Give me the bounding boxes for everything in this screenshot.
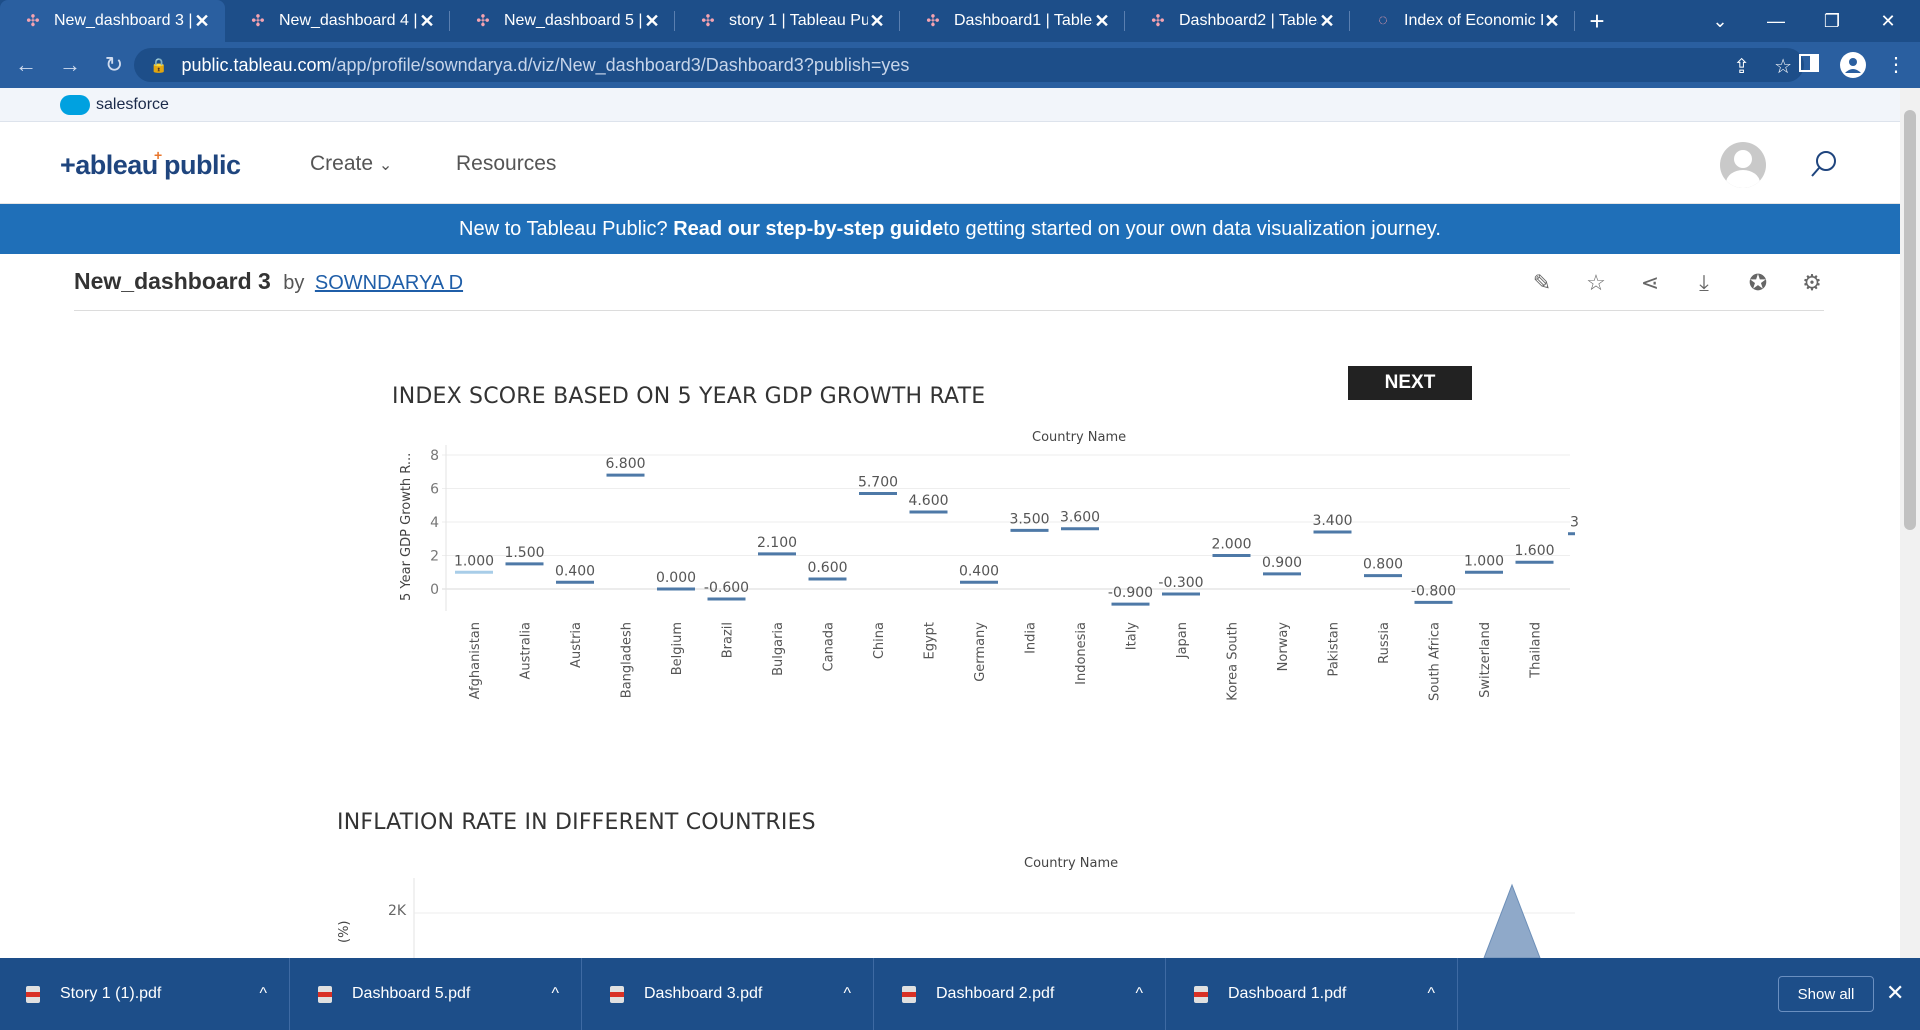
restore-icon[interactable]: ❐ — [1804, 0, 1860, 42]
tab-title: Dashboard1 | Tableau — [954, 12, 1093, 29]
bookmark-star-icon[interactable]: ☆ — [1774, 54, 1792, 79]
tab-search-icon[interactable]: ⌄ — [1692, 0, 1748, 42]
close-tab-icon[interactable]: ✕ — [1093, 11, 1111, 31]
download-filename: Dashboard 5.pdf — [352, 985, 471, 1002]
web-page: salesforce +ableau + public Create ⌄ Res… — [0, 88, 1900, 958]
forward-icon[interactable]: → — [50, 45, 90, 85]
address-bar: ← → ↻ 🔒 public.tableau.com/app/profile/s… — [0, 42, 1920, 88]
download-item[interactable]: Dashboard 2.pdf ^ — [876, 958, 1166, 1030]
tab-separator — [1574, 11, 1575, 31]
close-tab-icon[interactable]: ✕ — [418, 11, 436, 31]
back-icon[interactable]: ← — [6, 45, 46, 85]
close-tab-icon[interactable]: ✕ — [1543, 11, 1561, 31]
browser-tab[interactable]: ✣ Dashboard1 | Tableau✕ — [900, 0, 1125, 42]
download-item[interactable]: Story 1 (1).pdf ^ — [0, 958, 290, 1030]
download-filename: Dashboard 2.pdf — [936, 985, 1055, 1002]
close-tab-icon[interactable]: ✕ — [868, 11, 886, 31]
download-item[interactable]: Dashboard 3.pdf ^ — [584, 958, 874, 1030]
tab-strip: ✣New_dashboard 3 | Ta✕✣New_dashboard 4 |… — [0, 0, 1920, 42]
tableau-favicon-icon: ✣ — [26, 13, 40, 30]
url-host: public.tableau.com — [181, 54, 332, 75]
close-tab-icon[interactable]: ✕ — [643, 11, 661, 31]
downloads-bar: Story 1 (1).pdf ^ Dashboard 5.pdf ^ Dashboar… — [0, 958, 1920, 1030]
close-tab-icon[interactable]: ✕ — [193, 11, 211, 31]
minimize-icon[interactable]: — — [1748, 0, 1804, 42]
browser-tab[interactable]: ✣ Dashboard2 | Tableau✕ — [1125, 0, 1350, 42]
menu-icon[interactable]: ⋮ — [1886, 52, 1906, 77]
chevron-up-icon[interactable]: ^ — [551, 985, 559, 1003]
browser-tab[interactable]: ◌ Index of Economic Fre✕ — [1350, 0, 1575, 42]
tab-title: story 1 | Tableau Publ — [729, 12, 868, 29]
pdf-file-icon — [318, 985, 332, 1003]
browser-window: ✣New_dashboard 3 | Ta✕✣New_dashboard 4 |… — [0, 0, 1920, 1030]
browser-tab[interactable]: ✣ story 1 | Tableau Publ ✕ — [675, 0, 900, 42]
tableau-favicon-icon: ✣ — [1151, 13, 1165, 30]
pdf-file-icon — [610, 985, 624, 1003]
url-path: /app/profile/sowndarya.d/viz/New_dashboa… — [331, 54, 910, 75]
browser-tab[interactable]: ✣ New_dashboard 5 | Ta✕ — [450, 0, 675, 42]
scroll-thumb[interactable] — [1904, 110, 1916, 530]
close-window-icon[interactable]: ✕ — [1860, 0, 1916, 42]
new-tab-button[interactable]: + — [1575, 0, 1619, 42]
inflation-chart[interactable] — [0, 88, 1900, 958]
download-item[interactable]: Dashboard 1.pdf ^ — [1168, 958, 1458, 1030]
share-page-icon[interactable]: ⇪ — [1733, 54, 1750, 79]
show-all-downloads-button[interactable]: Show all — [1778, 976, 1874, 1012]
tableau-favicon-icon: ✣ — [476, 13, 490, 30]
pdf-file-icon — [26, 985, 40, 1003]
download-filename: Dashboard 3.pdf — [644, 985, 763, 1002]
profile-icon[interactable] — [1840, 52, 1866, 78]
reload-icon[interactable]: ↻ — [94, 45, 134, 85]
chart2-area-peak — [1483, 883, 1541, 958]
page-scrollbar[interactable] — [1900, 88, 1920, 958]
tab-title: Dashboard2 | Tableau — [1179, 12, 1318, 29]
url-input[interactable]: 🔒 public.tableau.com/app/profile/sowndar… — [134, 48, 1804, 82]
tab-title: New_dashboard 5 | Ta — [504, 12, 643, 29]
chevron-up-icon[interactable]: ^ — [1135, 985, 1143, 1003]
chevron-up-icon[interactable]: ^ — [843, 985, 851, 1003]
tab-title: Index of Economic Fre — [1404, 12, 1543, 29]
tabs: ✣New_dashboard 3 | Ta✕✣New_dashboard 4 |… — [0, 0, 1575, 42]
download-filename: Story 1 (1).pdf — [60, 985, 162, 1002]
pdf-file-icon — [1194, 985, 1208, 1003]
download-filename: Dashboard 1.pdf — [1228, 985, 1347, 1002]
tableau-favicon-icon: ✣ — [251, 13, 265, 30]
tab-title: New_dashboard 3 | Ta — [54, 12, 193, 29]
site-icon: ◌ — [1378, 12, 1388, 29]
tab-title: New_dashboard 4 | Ta — [279, 12, 418, 29]
pdf-file-icon — [902, 985, 916, 1003]
chevron-up-icon[interactable]: ^ — [1427, 985, 1435, 1003]
tableau-favicon-icon: ✣ — [701, 13, 715, 30]
download-item[interactable]: Dashboard 5.pdf ^ — [292, 958, 582, 1030]
close-tab-icon[interactable]: ✕ — [1318, 11, 1336, 31]
sidebar-icon[interactable] — [1798, 52, 1822, 76]
browser-tab[interactable]: ✣ New_dashboard 4 | Ta✕ — [225, 0, 450, 42]
tableau-favicon-icon: ✣ — [926, 13, 940, 30]
chevron-up-icon[interactable]: ^ — [259, 985, 267, 1003]
browser-tab[interactable]: ✣ New_dashboard 3 | Ta✕ — [0, 0, 225, 42]
lock-icon: 🔒 — [150, 56, 168, 73]
close-downloads-icon[interactable]: ✕ — [1886, 980, 1904, 1006]
